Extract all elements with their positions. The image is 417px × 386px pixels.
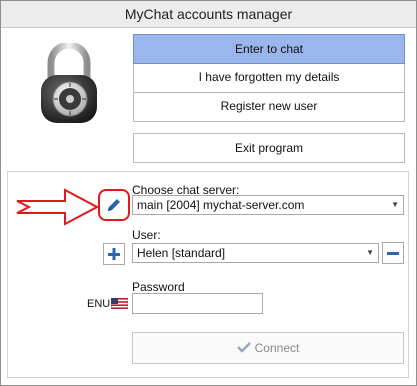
pencil-icon (108, 199, 120, 211)
forgot-details-button[interactable]: I have forgotten my details (133, 64, 405, 93)
window-title: MyChat accounts manager (1, 1, 416, 28)
us-flag-icon (111, 298, 128, 309)
exit-program-button[interactable]: Exit program (133, 133, 405, 163)
password-label: Password (132, 280, 185, 294)
minus-icon (387, 252, 399, 255)
user-select-value: Helen [standard] (137, 246, 226, 260)
chevron-down-icon: ▼ (366, 248, 374, 257)
keyboard-layout-indicator: ENU (87, 298, 111, 310)
check-icon (236, 342, 251, 353)
red-arrow-annotation (16, 188, 99, 226)
register-user-button[interactable]: Register new user (133, 93, 405, 122)
plus-icon (108, 248, 120, 260)
padlock-icon (41, 43, 97, 123)
connect-button-label: Connect (254, 341, 300, 355)
add-user-button[interactable] (103, 243, 125, 265)
connect-button[interactable]: Connect (132, 332, 404, 364)
edit-server-button[interactable] (103, 194, 125, 216)
accounts-manager-window: MyChat accounts manager Enter to chat I … (0, 0, 417, 386)
server-select-value: main [2004] mychat-server.com (137, 198, 305, 212)
chevron-down-icon: ▼ (391, 200, 399, 209)
enter-chat-button[interactable]: Enter to chat (133, 34, 405, 64)
user-label: User: (132, 228, 161, 242)
remove-user-button[interactable] (382, 242, 404, 264)
server-select[interactable]: main [2004] mychat-server.com ▼ (132, 195, 404, 215)
password-field[interactable] (132, 293, 263, 314)
user-select[interactable]: Helen [standard] ▼ (132, 243, 379, 263)
